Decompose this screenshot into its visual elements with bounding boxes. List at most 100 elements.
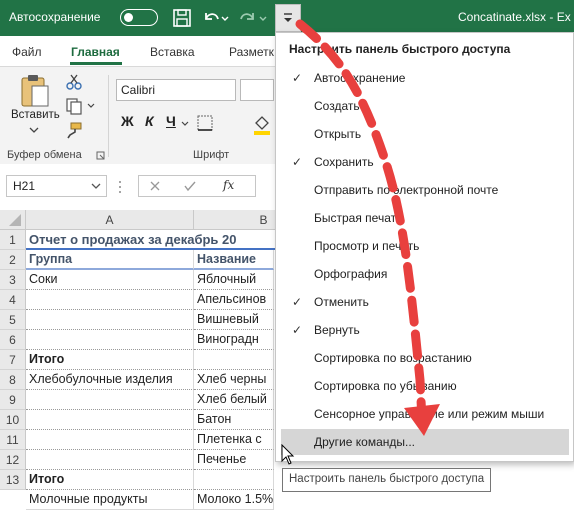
cell-a[interactable] [26, 330, 194, 350]
row-header[interactable]: 6 [0, 330, 26, 350]
menu-item-label: Открыть [314, 127, 362, 141]
menu-item[interactable]: Другие команды... [281, 429, 569, 455]
row-header[interactable]: 12 [0, 450, 26, 470]
cell-b[interactable] [194, 470, 274, 490]
redo-dropdown-icon[interactable] [257, 7, 269, 29]
font-name-box[interactable]: Calibri [116, 79, 236, 101]
menu-item[interactable]: Создать [277, 93, 572, 119]
insert-function-button[interactable]: fx [223, 178, 234, 192]
cell-a[interactable] [26, 410, 194, 430]
cell-b[interactable]: Название [194, 250, 274, 270]
row-header[interactable]: 5 [0, 310, 26, 330]
row-header[interactable]: 10 [0, 410, 26, 430]
cell-b[interactable]: Батон [194, 410, 274, 430]
row-header[interactable]: 2 [0, 250, 26, 270]
menu-item-label: Сенсорное управление или режим мыши [314, 407, 545, 421]
cell-b[interactable] [194, 350, 274, 370]
menu-item[interactable]: Открыть [277, 121, 572, 147]
menu-item-label: Создать [314, 99, 360, 113]
name-box-value: H21 [13, 179, 36, 193]
cell-a[interactable]: Соки [26, 270, 194, 290]
menu-item-label: Сортировка по возрастанию [314, 351, 472, 365]
row-header[interactable]: 3 [0, 270, 26, 290]
clipboard-launcher-icon[interactable] [96, 151, 106, 161]
cell-b[interactable]: Яблочный [194, 270, 274, 290]
select-all-corner[interactable] [0, 210, 26, 230]
checkmark-icon: ✓ [292, 295, 303, 309]
cell-a-partial[interactable]: Молочные продукты [26, 490, 194, 510]
menu-item-label: Вернуть [314, 323, 360, 337]
cell-a[interactable] [26, 450, 194, 470]
menu-item[interactable]: Просмотр и печать [277, 233, 572, 259]
cell-b[interactable]: Хлеб черны [194, 370, 274, 390]
menu-item[interactable]: Орфография [277, 261, 572, 287]
italic-button[interactable]: К [145, 113, 154, 129]
formula-bar-grip-icon[interactable] [117, 179, 123, 195]
paste-button-label[interactable]: Вставить [11, 109, 60, 121]
cell-b[interactable]: Апельсинов [194, 290, 274, 310]
customize-qat-menu: Настроить панель быстрого доступа ✓ Автос… [275, 32, 574, 462]
cell-a[interactable] [26, 430, 194, 450]
cell-a[interactable] [26, 290, 194, 310]
row-header[interactable]: 8 [0, 370, 26, 390]
copy-icon[interactable] [65, 97, 83, 115]
document-title: Concatinate.xlsx - Ex [458, 10, 571, 24]
menu-item[interactable]: ✓ Отменить [277, 289, 572, 315]
cell-b[interactable]: Печенье [194, 450, 274, 470]
menu-item[interactable]: Отправить по электронной почте [277, 177, 572, 203]
menu-item[interactable]: Сортировка по убыванию [277, 373, 572, 399]
cut-icon[interactable] [65, 73, 83, 91]
menu-item-label: Быстрая печать [314, 211, 403, 225]
undo-dropdown-icon[interactable] [219, 7, 231, 29]
borders-icon[interactable] [196, 113, 218, 133]
menu-item-label: Орфография [314, 267, 388, 281]
cell-b[interactable]: Хлеб белый [194, 390, 274, 410]
customize-qat-button[interactable] [275, 4, 301, 32]
menu-item[interactable]: ✓ Сохранить [277, 149, 572, 175]
paste-dropdown-icon[interactable] [28, 125, 40, 135]
menu-item[interactable]: Сортировка по возрастанию [277, 345, 572, 371]
row-header[interactable]: 13 [0, 470, 26, 490]
bold-button[interactable]: Ж [121, 113, 134, 129]
fill-color-icon[interactable] [252, 113, 272, 135]
save-icon[interactable] [171, 7, 193, 29]
format-painter-icon[interactable] [65, 121, 83, 139]
cancel-icon[interactable] [149, 180, 161, 192]
enter-icon[interactable] [183, 180, 197, 192]
row-header[interactable]: 9 [0, 390, 26, 410]
cell-a[interactable] [26, 310, 194, 330]
redo-icon[interactable] [237, 7, 259, 29]
menu-item-label: Сортировка по убыванию [314, 379, 457, 393]
cell-b-partial[interactable]: Молоко 1.5% [194, 490, 274, 510]
cell-a[interactable]: Итого [26, 470, 194, 490]
cell-a[interactable]: Группа [26, 250, 194, 270]
font-size-box[interactable] [240, 79, 274, 101]
underline-button[interactable]: Ч [166, 113, 176, 129]
tab-page-layout[interactable]: Разметк [229, 45, 274, 59]
underline-dropdown-icon[interactable] [180, 119, 190, 129]
copy-dropdown-icon[interactable] [86, 101, 96, 111]
menu-item[interactable]: ✓ Автосохранение [277, 65, 572, 91]
row-header[interactable]: 1 [0, 230, 26, 250]
row-header[interactable]: 7 [0, 350, 26, 370]
cell-b[interactable]: Вишневый [194, 310, 274, 330]
formula-buttons: fx [138, 175, 256, 197]
cell-b[interactable]: Плетенка с [194, 430, 274, 450]
menu-item[interactable]: ✓ Вернуть [277, 317, 572, 343]
cell-a[interactable] [26, 390, 194, 410]
tab-file[interactable]: Файл [12, 45, 42, 59]
tab-insert[interactable]: Вставка [150, 45, 195, 59]
name-box-dropdown-icon[interactable] [90, 181, 102, 191]
cell-a[interactable]: Итого [26, 350, 194, 370]
cell-a[interactable]: Хлебобулочные изделия [26, 370, 194, 390]
tooltip: Настроить панель быстрого доступа [282, 468, 492, 492]
menu-item[interactable]: Быстрая печать [277, 205, 572, 231]
paste-icon[interactable] [18, 73, 52, 109]
row-header[interactable]: 11 [0, 430, 26, 450]
menu-item[interactable]: Сенсорное управление или режим мыши [277, 401, 572, 427]
cell-b[interactable]: Виноградн [194, 330, 274, 350]
tab-home[interactable]: Главная [71, 45, 120, 59]
autosave-toggle[interactable] [120, 9, 158, 26]
column-header-a[interactable]: A [26, 210, 194, 230]
row-header[interactable]: 4 [0, 290, 26, 310]
